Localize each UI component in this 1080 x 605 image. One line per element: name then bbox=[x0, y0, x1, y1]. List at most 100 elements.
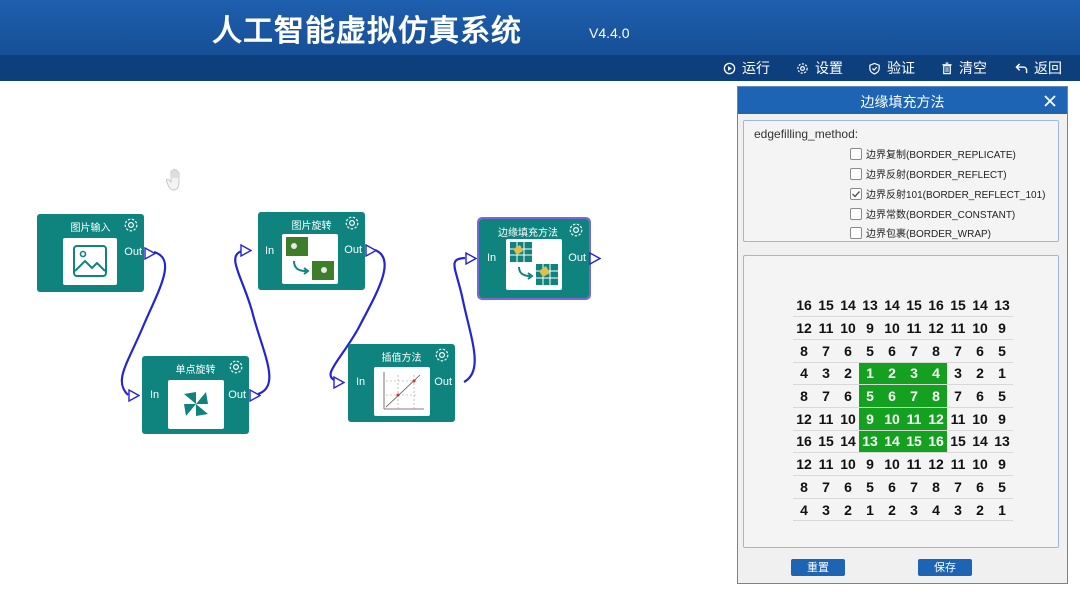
matrix-cell: 8 bbox=[925, 384, 947, 408]
edge-fill-icon bbox=[510, 242, 558, 285]
matrix-row: 12 11 10 9 10 11 12 11 10 9 bbox=[793, 407, 1013, 431]
matrix-cell: 8 bbox=[793, 384, 815, 408]
matrix-cell: 12 bbox=[925, 407, 947, 431]
settings-button[interactable]: 设置 bbox=[796, 58, 843, 78]
gear-icon[interactable] bbox=[344, 215, 360, 231]
image-icon bbox=[73, 245, 107, 277]
node-thumbnail bbox=[168, 380, 224, 429]
matrix-cell: 16 bbox=[925, 294, 947, 318]
gear-icon bbox=[797, 62, 808, 74]
node-interpolation[interactable]: 插值方法 In Out bbox=[333, 344, 455, 422]
checkbox[interactable] bbox=[850, 207, 862, 220]
out-port-arrow[interactable] bbox=[589, 252, 601, 265]
option-border-constant[interactable]: 边界常数(BORDER_CONSTANT) bbox=[850, 206, 1015, 221]
gear-icon[interactable] bbox=[434, 347, 450, 363]
gear-icon[interactable] bbox=[123, 217, 139, 233]
out-port-arrow[interactable] bbox=[144, 247, 156, 260]
hand-cursor-icon bbox=[165, 168, 180, 191]
matrix-cell: 8 bbox=[925, 339, 947, 363]
param-label: edgefilling_method: bbox=[754, 127, 859, 141]
matrix-cell: 7 bbox=[815, 339, 837, 363]
node-image-rotate[interactable]: 图片旋转 In Out bbox=[240, 212, 377, 290]
matrix-cell: 7 bbox=[947, 384, 969, 408]
matrix-cell: 6 bbox=[837, 475, 859, 499]
matrix-cell: 7 bbox=[947, 475, 969, 499]
matrix-cell: 10 bbox=[881, 407, 903, 431]
out-port-label: Out bbox=[124, 246, 142, 258]
matrix-cell: 12 bbox=[925, 452, 947, 476]
node-image-input[interactable]: 图片输入 Out bbox=[37, 214, 156, 292]
checkbox[interactable] bbox=[850, 147, 862, 160]
gear-icon[interactable] bbox=[228, 359, 244, 375]
matrix-cell: 5 bbox=[859, 339, 881, 363]
out-port-label: Out bbox=[568, 252, 586, 264]
option-label: 边界反射(BORDER_REFLECT) bbox=[866, 170, 1007, 181]
in-port-arrow[interactable] bbox=[465, 252, 477, 265]
matrix-cell: 9 bbox=[991, 452, 1013, 476]
option-label: 边界复制(BORDER_REPLICATE) bbox=[866, 150, 1016, 161]
node-thumbnail bbox=[374, 367, 430, 416]
matrix-cell: 10 bbox=[837, 452, 859, 476]
option-border-reflect-101[interactable]: 边界反射101(BORDER_REFLECT_101) bbox=[850, 186, 1046, 201]
matrix-cell: 2 bbox=[969, 362, 991, 386]
matrix-cell: 11 bbox=[815, 407, 837, 431]
node-thumbnail bbox=[506, 239, 562, 290]
clear-button[interactable]: 清空 bbox=[941, 58, 987, 78]
matrix-cell: 7 bbox=[815, 475, 837, 499]
matrix-cell: 11 bbox=[947, 452, 969, 476]
save-button[interactable]: 保存 bbox=[918, 559, 972, 576]
matrix-cell: 2 bbox=[969, 498, 991, 522]
run-button[interactable]: 运行 bbox=[723, 58, 770, 78]
in-port-arrow[interactable] bbox=[333, 376, 345, 389]
return-button[interactable]: 返回 bbox=[1015, 58, 1062, 78]
app-title: 人工智能虚拟仿真系统 bbox=[212, 14, 522, 49]
in-port-arrow[interactable] bbox=[128, 389, 140, 402]
node-thumbnail bbox=[63, 238, 117, 285]
app-root: 人工智能虚拟仿真系统 V4.4.0 运行 设置 验证 清空 返回 图片输入 Ou… bbox=[0, 0, 1080, 605]
wire-interpolation-to-edge-fill[interactable] bbox=[453, 256, 476, 383]
matrix-cell: 7 bbox=[815, 384, 837, 408]
matrix-row: 16 15 14 13 14 15 16 15 14 13 bbox=[793, 294, 1013, 318]
reset-button[interactable]: 重置 bbox=[791, 559, 845, 576]
edge-fill-dialog: 边缘填充方法 edgefilling_method: 边界复制(BORDER_R… bbox=[737, 86, 1068, 584]
node-thumbnail bbox=[282, 234, 338, 284]
out-port-arrow[interactable] bbox=[249, 389, 261, 402]
close-icon[interactable] bbox=[1043, 94, 1057, 108]
checkbox[interactable] bbox=[850, 226, 862, 239]
matrix-cell: 4 bbox=[925, 498, 947, 522]
matrix-cell: 7 bbox=[903, 475, 925, 499]
option-border-replicate[interactable]: 边界复制(BORDER_REPLICATE) bbox=[850, 146, 1016, 161]
option-border-wrap[interactable]: 边界包裹(BORDER_WRAP) bbox=[850, 225, 991, 240]
matrix-cell: 10 bbox=[837, 316, 859, 340]
option-label: 边界包裹(BORDER_WRAP) bbox=[866, 229, 992, 240]
return-label: 返回 bbox=[1034, 61, 1062, 77]
verify-button[interactable]: 验证 bbox=[868, 58, 915, 78]
matrix-cell: 8 bbox=[793, 475, 815, 499]
in-port-label: In bbox=[356, 376, 366, 388]
out-port-arrow[interactable] bbox=[365, 244, 377, 257]
matrix-cell: 7 bbox=[903, 339, 925, 363]
node-edge-fill[interactable]: 边缘填充方法 In Out bbox=[465, 217, 601, 300]
matrix-cell: 5 bbox=[859, 384, 881, 408]
matrix-cell: 12 bbox=[925, 316, 947, 340]
title-bar: 人工智能虚拟仿真系统 V4.4.0 bbox=[0, 0, 1080, 55]
app-version: V4.4.0 bbox=[589, 25, 630, 41]
matrix-cell: 3 bbox=[815, 498, 837, 522]
checkbox[interactable] bbox=[850, 167, 862, 180]
matrix-cell: 6 bbox=[969, 339, 991, 363]
play-circle-icon bbox=[723, 62, 736, 74]
matrix-cell: 6 bbox=[837, 384, 859, 408]
node-point-rotate[interactable]: 单点旋转 In Out bbox=[128, 356, 261, 434]
matrix-cell: 10 bbox=[969, 316, 991, 340]
in-port-arrow[interactable] bbox=[240, 244, 252, 257]
matrix-cell: 7 bbox=[903, 384, 925, 408]
option-border-reflect[interactable]: 边界反射(BORDER_REFLECT) bbox=[850, 166, 1007, 181]
matrix-cell: 9 bbox=[859, 316, 881, 340]
flow-canvas[interactable]: 图片输入 Out 单点旋转 In Out 图片旋转 In Out 插值方法 In… bbox=[0, 81, 732, 605]
matrix-cell: 10 bbox=[969, 407, 991, 431]
checkbox-checked[interactable] bbox=[850, 187, 862, 200]
in-port-label: In bbox=[265, 245, 275, 257]
return-arrow-icon bbox=[1015, 62, 1028, 73]
gear-icon[interactable] bbox=[568, 222, 584, 238]
dialog-header[interactable]: 边缘填充方法 bbox=[738, 87, 1067, 114]
